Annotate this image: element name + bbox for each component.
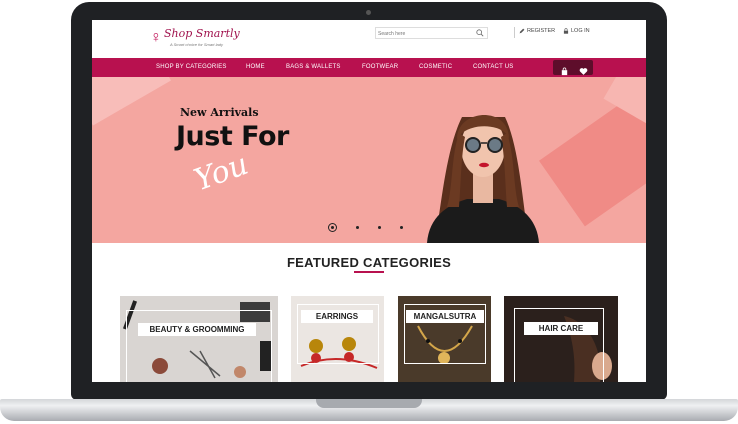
category-label-earrings: EARRINGS bbox=[301, 310, 373, 323]
shopping-bag-icon[interactable] bbox=[560, 63, 569, 76]
decor-shape bbox=[92, 77, 171, 126]
hero-subtitle: New Arrivals bbox=[180, 106, 259, 119]
login-label: LOG IN bbox=[571, 28, 590, 34]
category-card-earrings[interactable]: EARRINGS bbox=[291, 296, 384, 382]
header-divider bbox=[514, 27, 515, 38]
nav-item-bags-wallets[interactable]: BAGS & WALLETS bbox=[286, 58, 341, 77]
nav-item-shop-by-categories[interactable]: SHOP BY CATEGORIES bbox=[156, 58, 227, 77]
logo-woman-icon: ♀ bbox=[150, 29, 162, 46]
browser-screen: ♀ Shop Smartly A Smart choice for Smart … bbox=[92, 20, 646, 382]
heart-icon[interactable] bbox=[579, 63, 588, 75]
search-icon[interactable] bbox=[476, 29, 484, 37]
carousel-dots bbox=[328, 223, 408, 233]
hero-title: Just For bbox=[176, 121, 289, 152]
login-link[interactable]: LOG IN bbox=[563, 28, 590, 34]
logo-tagline: A Smart choice for Smart lady bbox=[170, 42, 223, 47]
nav-item-contact-us[interactable]: CONTACT US bbox=[473, 58, 513, 77]
register-label: REGISTER bbox=[527, 28, 556, 34]
search-box bbox=[375, 27, 488, 39]
nav-item-cosmetic[interactable]: COSMETIC bbox=[419, 58, 452, 77]
carousel-dot-1[interactable] bbox=[328, 223, 337, 232]
category-label-mangalsutra: MANGALSUTRA bbox=[406, 310, 484, 323]
model-illustration bbox=[427, 114, 539, 243]
category-label-hair-care: HAIR CARE bbox=[524, 322, 598, 335]
category-card-mangalsutra[interactable]: MANGALSUTRA bbox=[398, 296, 491, 382]
carousel-dot-4[interactable] bbox=[400, 226, 403, 229]
main-nav: SHOP BY CATEGORIES HOME BAGS & WALLETS F… bbox=[92, 58, 646, 77]
site-logo[interactable]: ♀ Shop Smartly A Smart choice for Smart … bbox=[150, 26, 240, 52]
title-underline bbox=[354, 271, 384, 273]
card-frame bbox=[514, 308, 604, 382]
webcam-icon bbox=[366, 10, 371, 15]
nav-item-footwear[interactable]: FOOTWEAR bbox=[362, 58, 398, 77]
search-input[interactable] bbox=[378, 29, 473, 38]
hero-banner[interactable]: New Arrivals Just For You bbox=[92, 77, 646, 243]
laptop-mockup: ♀ Shop Smartly A Smart choice for Smart … bbox=[0, 0, 738, 424]
category-label-beauty: BEAUTY & GROOMMING bbox=[138, 323, 256, 336]
lock-icon bbox=[563, 28, 569, 34]
laptop-notch bbox=[316, 399, 422, 408]
nav-item-home[interactable]: HOME bbox=[246, 58, 265, 77]
carousel-dot-2[interactable] bbox=[356, 226, 359, 229]
featured-title: FEATURED CATEGORIES bbox=[286, 255, 452, 270]
pencil-icon bbox=[519, 28, 525, 34]
logo-name: Shop Smartly bbox=[164, 27, 240, 40]
hero-script-text: You bbox=[189, 146, 253, 199]
register-link[interactable]: REGISTER bbox=[519, 28, 555, 34]
carousel-dot-3[interactable] bbox=[378, 226, 381, 229]
card-frame bbox=[126, 310, 272, 382]
site-header: ♀ Shop Smartly A Smart choice for Smart … bbox=[92, 20, 646, 58]
category-card-hair-care[interactable]: HAIR CARE bbox=[504, 296, 618, 382]
nav-icon-group bbox=[553, 60, 593, 76]
category-card-beauty[interactable]: BEAUTY & GROOMMING bbox=[120, 296, 278, 382]
